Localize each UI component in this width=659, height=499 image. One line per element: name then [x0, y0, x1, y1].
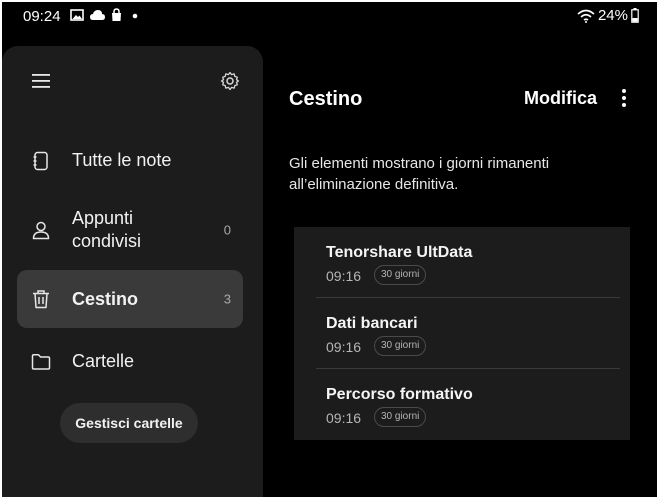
trash-info-text: Gli elementi mostrano i giorni rimanenti… [289, 155, 550, 193]
gear-icon[interactable] [217, 68, 243, 94]
wifi-icon [577, 9, 595, 23]
battery-percent: 24% [597, 7, 628, 24]
note-time: 09:16 [326, 268, 362, 284]
shared-notes-count: 0 [223, 222, 231, 238]
note-time: 09:16 [326, 410, 362, 426]
battery-icon [631, 8, 639, 23]
notebook-icon [33, 151, 48, 171]
notes-list: Tenorshare UltData 09:16 30 giorni Dati … [294, 227, 630, 440]
status-bar: 09:24 24% [2, 2, 657, 32]
dot-icon [132, 13, 138, 19]
days-left-badge: 30 giorni [374, 265, 427, 285]
days-left-badge: 30 giorni [374, 407, 427, 427]
list-item[interactable]: Percorso formativo 09:16 30 giorni [294, 369, 630, 440]
sidebar: Tutte le note Appunti condivisi 0 Cestin… [2, 46, 263, 497]
more-vertical-icon[interactable] [614, 86, 634, 110]
trash-icon [33, 290, 49, 309]
sidebar-item-shared-notes[interactable]: Appunti condivisi 0 [17, 201, 243, 259]
screen: 09:24 24% Tutte le note Appunti condivis… [2, 2, 657, 497]
trash-count: 3 [223, 291, 231, 307]
days-left-badge: 30 giorni [374, 336, 427, 356]
sidebar-item-label: Appunti condivisi [72, 208, 142, 251]
cloud-icon [90, 10, 105, 20]
status-right: 24% [577, 7, 639, 24]
person-icon [32, 221, 50, 240]
sidebar-item-label: Tutte le note [72, 150, 172, 170]
sidebar-item-label: Cartelle [72, 351, 135, 371]
list-item[interactable]: Tenorshare UltData 09:16 30 giorni [294, 227, 630, 298]
note-title: Tenorshare UltData [326, 244, 473, 261]
folder-icon [31, 354, 51, 370]
note-time: 09:16 [326, 339, 362, 355]
sidebar-item-trash[interactable]: Cestino 3 [17, 270, 243, 328]
hamburger-menu-icon[interactable] [28, 68, 54, 94]
status-time: 09:24 [23, 8, 61, 25]
list-item[interactable]: Dati bancari 09:16 30 giorni [294, 298, 630, 369]
page-title: Cestino [289, 88, 363, 110]
image-icon [70, 9, 84, 21]
shopping-bag-icon [112, 8, 121, 21]
edit-button[interactable]: Modifica [524, 88, 597, 109]
manage-folders-button[interactable]: Gestisci cartelle [60, 403, 198, 443]
sidebar-item-label: Cestino [72, 289, 139, 309]
sidebar-item-folders[interactable]: Cartelle [17, 337, 243, 387]
sidebar-item-all-notes[interactable]: Tutte le note [17, 136, 243, 186]
note-title: Percorso formativo [326, 386, 473, 403]
note-title: Dati bancari [326, 315, 418, 332]
